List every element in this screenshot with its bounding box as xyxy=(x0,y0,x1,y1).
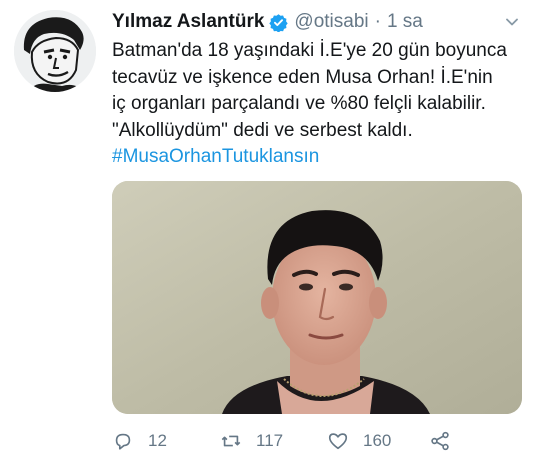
reply-button[interactable]: 12 xyxy=(112,430,220,452)
avatar-cartoon-image xyxy=(14,10,96,92)
retweet-count: 117 xyxy=(256,431,284,450)
tweet-header: Yılmaz Aslantürk @otisabi · 1 sa xyxy=(112,8,526,36)
like-button[interactable]: 160 xyxy=(327,430,429,452)
author-name[interactable]: Yılmaz Aslantürk xyxy=(112,11,264,33)
heart-icon xyxy=(327,430,349,452)
like-count: 160 xyxy=(363,431,392,450)
share-button[interactable] xyxy=(429,430,451,452)
chevron-down-icon[interactable] xyxy=(502,12,522,32)
reply-icon xyxy=(112,430,134,452)
retweet-button[interactable]: 117 xyxy=(220,430,327,452)
photo-image xyxy=(112,181,522,414)
tweet-text-line: "Alkollüydüm" dedi ve serbest kaldı. xyxy=(112,119,413,141)
author-handle[interactable]: @otisabi xyxy=(294,11,368,33)
avatar[interactable] xyxy=(14,10,96,92)
tweet-actions: 12 117 160 xyxy=(112,424,522,458)
tweet-timestamp[interactable]: 1 sa xyxy=(387,11,423,33)
hashtag-link[interactable]: #MusaOrhanTutuklansın xyxy=(112,144,532,171)
reply-count: 12 xyxy=(148,431,167,450)
retweet-icon xyxy=(220,430,242,452)
tweet-text: Batman'da 18 yaşındaki İ.E'ye 20 gün boy… xyxy=(112,38,532,171)
tweet-text-line: tecavüz ve işkence eden Musa Orhan! İ.E'… xyxy=(112,66,493,88)
tweet-text-line: Batman'da 18 yaşındaki İ.E'ye 20 gün boy… xyxy=(112,40,507,61)
tweet-photo[interactable] xyxy=(112,181,522,414)
separator-dot: · xyxy=(374,11,381,32)
tweet-text-line: iç organları parçalandı ve %80 felçli ka… xyxy=(112,93,486,114)
verified-badge-icon xyxy=(269,13,289,32)
share-icon xyxy=(429,430,451,452)
